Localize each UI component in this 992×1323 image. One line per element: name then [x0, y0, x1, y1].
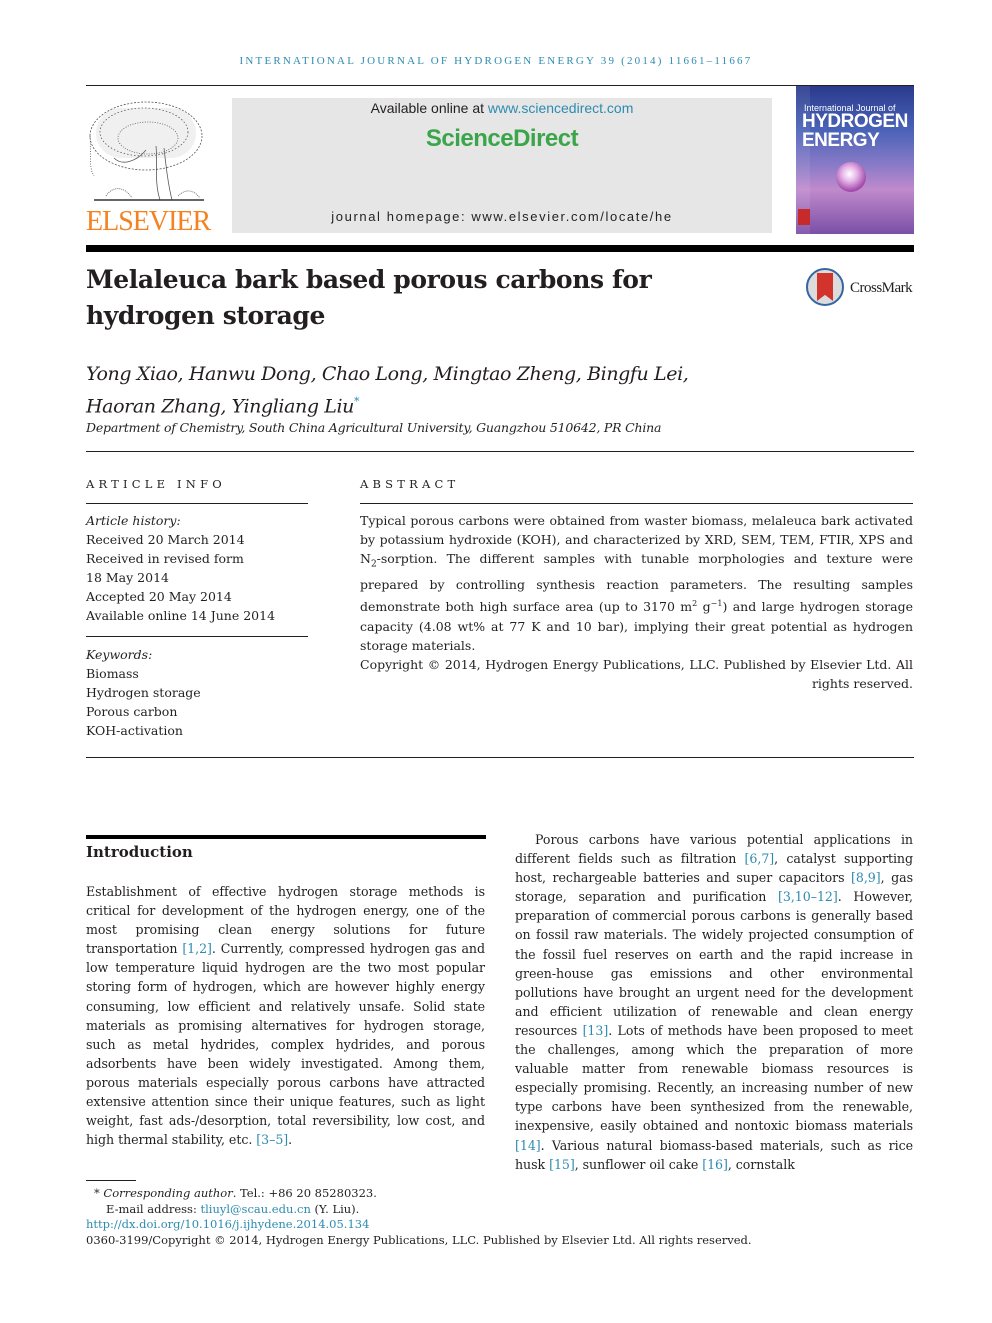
history-label: Article history: [86, 513, 181, 528]
article-title: Melaleuca bark based porous carbons for … [86, 265, 652, 330]
running-head: INTERNATIONAL JOURNAL OF HYDROGEN ENERGY… [239, 55, 753, 67]
article-info-rule [86, 503, 308, 504]
available-online: Available online at www.sciencedirect.co… [232, 100, 772, 116]
citation-link[interactable]: [8,9] [851, 870, 881, 885]
history-item: Accepted 20 May 2014 [86, 589, 232, 604]
available-online-label: Available online at [370, 100, 488, 116]
keyword-item[interactable]: Porous carbon [86, 702, 316, 721]
superscript: −1 [710, 599, 723, 609]
email-footnote: E-mail address: tliuyl@scau.edu.cn (Y. L… [106, 1201, 359, 1217]
history-item: 18 May 2014 [86, 570, 169, 585]
affiliation: Department of Chemistry, South China Agr… [86, 420, 662, 435]
elsevier-tree-icon [89, 101, 204, 201]
cover-title-line3: ENERGY [802, 130, 880, 151]
abstract-heading: ABSTRACT [360, 477, 460, 491]
citation-link[interactable]: [3,10–12] [778, 889, 838, 904]
cover-title-main: HYDROGEN ENERGY [802, 112, 908, 150]
header-rule [86, 245, 914, 252]
body-text: . Currently, compressed hydrogen gas and… [86, 941, 485, 1148]
body-paragraph: Establishment of effective hydrogen stor… [86, 882, 485, 1149]
sciencedirect-logo[interactable]: ScienceDirect [232, 125, 772, 153]
section-rule [86, 835, 486, 839]
section-heading-introduction: Introduction [86, 843, 193, 861]
body-paragraph: Porous carbons have various potential ap… [515, 830, 913, 1174]
author-list: Yong Xiao, Hanwu Dong, Chao Long, Mingta… [86, 360, 886, 420]
body-text: , sunflower oil cake [574, 1156, 703, 1172]
corresponding-label: Corresponding author [103, 1186, 233, 1200]
top-rule [86, 85, 914, 86]
keyword-item[interactable]: Biomass [86, 664, 316, 683]
corresponding-author-link[interactable]: * [354, 395, 360, 408]
sciencedirect-link[interactable]: www.sciencedirect.com [488, 100, 634, 116]
affiliation-rule [86, 451, 914, 452]
abstract-rule [360, 503, 913, 504]
body-text: , cornstalk [727, 1156, 795, 1172]
elsevier-logo[interactable]: ELSEVIER [86, 96, 211, 237]
history-item: Available online 14 June 2014 [86, 608, 276, 623]
body-text: . Lots of methods have been proposed to … [515, 1022, 913, 1134]
keywords-label: Keywords: [86, 647, 153, 662]
body-text: . [288, 1132, 293, 1148]
email-label: E-mail address: [106, 1202, 201, 1216]
footnote-rule [86, 1180, 136, 1181]
keywords: Keywords: Biomass Hydrogen storage Porou… [86, 645, 316, 740]
journal-homepage[interactable]: journal homepage: www.elsevier.com/locat… [232, 209, 772, 224]
body-column-left: Establishment of effective hydrogen stor… [86, 882, 485, 1149]
journal-cover[interactable]: International Journal of HYDROGEN ENERGY [796, 86, 914, 234]
abstract-body: Typical porous carbons were obtained fro… [360, 511, 913, 693]
doi-link[interactable]: http://dx.doi.org/10.1016/j.ijhydene.201… [86, 1217, 369, 1231]
authors-line2: Haoran Zhang, Yingliang Liu [86, 395, 355, 418]
abstract-paragraph: Typical porous carbons were obtained fro… [360, 511, 913, 655]
cover-title-line2: HYDROGEN [802, 111, 908, 132]
history-item: Received in revised form [86, 551, 244, 566]
telephone: . Tel.: +86 20 85280323. [232, 1186, 377, 1200]
keyword-item[interactable]: Hydrogen storage [86, 683, 316, 702]
crossmark-button[interactable]: CrossMark [806, 268, 916, 310]
front-matter-rule [86, 757, 914, 758]
abstract-text-3: g [697, 599, 711, 615]
cover-orb-graphic [836, 162, 866, 192]
doi-line: http://dx.doi.org/10.1016/j.ijhydene.201… [86, 1216, 369, 1232]
issn-copyright: 0360-3199/Copyright © 2014, Hydrogen Ene… [86, 1233, 752, 1247]
crossmark-label: CrossMark [850, 280, 913, 296]
email-suffix: (Y. Liu). [310, 1202, 360, 1216]
article-info-heading: ARTICLE INFO [86, 477, 226, 491]
email-link[interactable]: tliuyl@scau.edu.cn [200, 1202, 310, 1216]
authors-line1: Yong Xiao, Hanwu Dong, Chao Long, Mingta… [86, 363, 689, 385]
abstract-copyright: Copyright © 2014, Hydrogen Energy Public… [360, 657, 913, 692]
cover-publisher-mark [798, 209, 810, 225]
citation-link[interactable]: [16] [702, 1157, 728, 1172]
elsevier-wordmark: ELSEVIER [86, 206, 211, 237]
citation-link[interactable]: [3–5] [256, 1132, 288, 1147]
article-history: Article history: Received 20 March 2014 … [86, 511, 316, 625]
footnote-mark: * [94, 1186, 100, 1200]
citation-link[interactable]: [6,7] [745, 851, 775, 866]
citation-link[interactable]: [1,2] [182, 941, 212, 956]
citation-link[interactable]: [13] [583, 1023, 609, 1038]
body-text: . However, preparation of commercial por… [515, 889, 913, 1038]
sciencedirect-banner: Available online at www.sciencedirect.co… [232, 98, 772, 233]
corresponding-footnote: * Corresponding author. Tel.: +86 20 852… [94, 1185, 377, 1201]
citation-link[interactable]: [14] [515, 1138, 541, 1153]
body-column-right: Porous carbons have various potential ap… [515, 830, 913, 1174]
history-item: Received 20 March 2014 [86, 532, 245, 547]
citation-link[interactable]: [15] [549, 1157, 575, 1172]
history-rule [86, 636, 308, 637]
keyword-item[interactable]: KOH-activation [86, 721, 316, 740]
